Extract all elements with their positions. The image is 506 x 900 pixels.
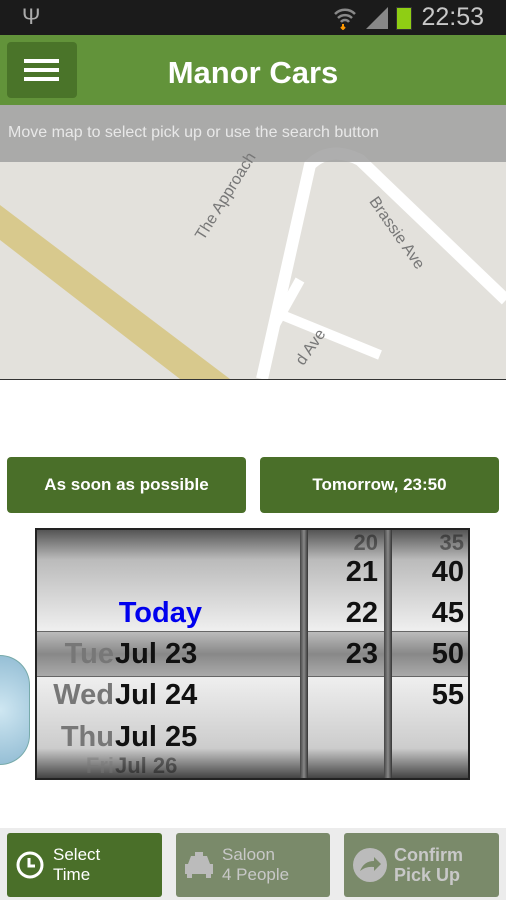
date-dow: Fri: [85, 753, 114, 778]
drawer-handle[interactable]: [0, 655, 30, 765]
vehicle-button[interactable]: Saloon 4 People: [176, 833, 330, 897]
wheel-divider: [384, 530, 392, 778]
app-bar: Manor Cars: [0, 35, 506, 105]
asap-button[interactable]: As soon as possible: [7, 457, 246, 513]
date-item: Jul 24: [115, 679, 198, 711]
wifi-icon: [334, 8, 356, 30]
hour-item: 22: [345, 597, 378, 629]
map-hint-banner: Move map to select pick up or use the se…: [0, 105, 506, 162]
map[interactable]: Move map to select pick up or use the se…: [0, 105, 506, 380]
minute-item: 55: [431, 679, 464, 711]
date-item: Jul 23: [115, 638, 198, 670]
signal-icon: [366, 7, 388, 29]
hour-item: 23: [345, 638, 378, 670]
bottom-bar: Select Time Saloon 4 People Confirm Pick Up: [0, 828, 506, 900]
button-label: 4 People: [222, 865, 290, 884]
date-item: Jul 26: [115, 753, 178, 778]
date-dow: Thu: [60, 721, 114, 753]
hour-item: 21: [345, 556, 378, 588]
date-dow: Tue: [64, 638, 114, 670]
date-wheel[interactable]: Today Tue Jul 23 Wed Jul 24 Thu Jul 25 Fri J…: [37, 530, 300, 778]
button-label: Select: [53, 845, 101, 864]
forward-arrow-icon: [353, 848, 387, 882]
date-today: Today: [118, 597, 202, 629]
taxi-icon: [185, 852, 213, 878]
date-item: Jul 25: [115, 721, 198, 753]
usb-icon: Ψ: [22, 4, 41, 29]
confirm-pickup-button[interactable]: Confirm Pick Up: [344, 833, 499, 897]
select-time-button[interactable]: Select Time: [7, 833, 162, 897]
wheel-divider: [300, 530, 308, 778]
button-label: Saloon: [222, 845, 275, 864]
minute-item: 35: [439, 530, 464, 555]
button-label: Confirm: [394, 845, 463, 865]
minute-item: 45: [431, 597, 464, 629]
datetime-picker: Today Tue Jul 23 Wed Jul 24 Thu Jul 25 Fri J…: [35, 528, 470, 780]
minute-item: 50: [431, 638, 464, 670]
scheduled-time-button[interactable]: Tomorrow, 23:50: [260, 457, 499, 513]
status-bar: Ψ 22:53: [0, 0, 506, 35]
hour-wheel[interactable]: 20 21 22 23: [308, 530, 384, 778]
date-dow: Wed: [53, 679, 114, 711]
button-label: Pick Up: [394, 865, 461, 885]
minute-wheel[interactable]: 35 40 45 50 55: [392, 530, 468, 778]
clock: 22:53: [421, 3, 484, 31]
battery-charging-icon: [396, 7, 412, 30]
clock-icon: [16, 851, 44, 879]
hour-item: 20: [353, 530, 378, 555]
button-label: Time: [53, 865, 91, 884]
minute-item: 40: [431, 556, 464, 588]
app-title: Manor Cars: [167, 55, 339, 90]
